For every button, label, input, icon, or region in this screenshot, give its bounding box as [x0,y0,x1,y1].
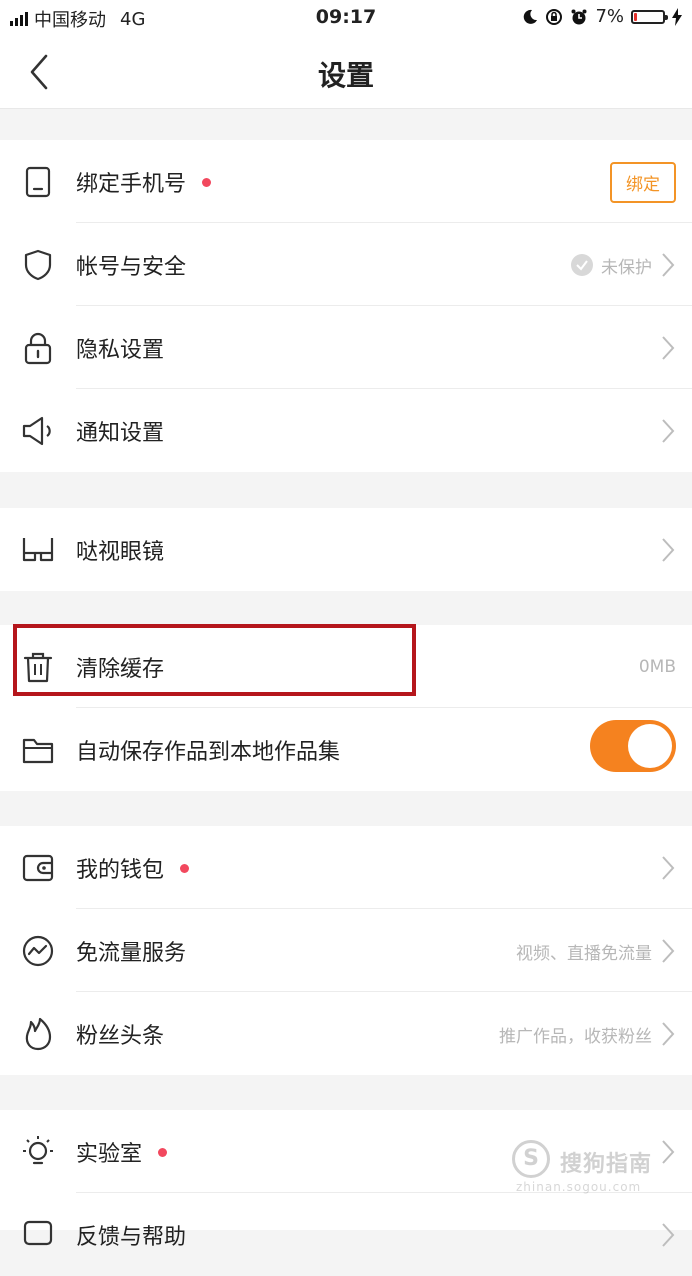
shield-icon [20,247,56,283]
lock-icon [20,330,56,366]
row-label: 免流量服务 [76,941,187,966]
glasses-icon [20,532,56,568]
flame-icon [20,1016,56,1052]
chevron-right-icon [662,336,675,360]
chevron-right-icon [662,419,675,443]
row-label: 哒视眼镜 [76,540,165,565]
chevron-right-icon [662,538,675,562]
settings-group-services: 我的钱包 免流量服务 视频、直播免流量 粉丝头条 推广作品，收获粉丝 [0,826,692,1075]
row-right: 视频、直播免流量 [516,933,676,969]
row-right: 绑定 [610,161,676,203]
chevron-right-icon [662,1140,675,1164]
folder-icon [20,732,56,768]
check-icon [571,254,593,276]
help-icon [20,1217,56,1253]
watermark-logo-icon: S [512,1140,550,1178]
row-label: 绑定手机号 [76,166,212,198]
bulb-icon [20,1134,56,1170]
row-label: 实验室 [76,1136,168,1168]
row-label: 反馈与帮助 [76,1225,187,1250]
alarm-icon [571,9,587,24]
nav-bar: 设置 [0,36,692,109]
security-status: 未保护 [601,257,652,278]
row-notifications[interactable]: 通知设置 [0,389,692,472]
watermark-url: zhinan.sogou.com [516,1180,642,1194]
row-right [590,720,676,772]
notification-dot [202,177,212,187]
phone-icon [20,164,56,200]
row-free-data[interactable]: 免流量服务 视频、直播免流量 [0,909,692,992]
status-bar: 中国移动 4G 09:17 7% [0,0,692,36]
bind-button[interactable]: 绑定 [610,161,676,203]
row-label: 自动保存作品到本地作品集 [76,740,341,765]
row-right: 未保护 [571,247,676,283]
row-right [660,532,676,568]
row-right: 0MB [639,649,676,685]
chevron-right-icon [662,1022,675,1046]
row-account-security[interactable]: 帐号与安全 未保护 [0,223,692,306]
row-right [660,1134,676,1170]
watermark-text: 搜狗指南 [560,1152,653,1177]
chevron-right-icon [662,856,675,880]
row-label: 粉丝头条 [76,1024,165,1049]
row-label: 我的钱包 [76,852,190,884]
notification-dot [158,1147,168,1157]
row-fans-headline[interactable]: 粉丝头条 推广作品，收获粉丝 [0,992,692,1075]
row-right [660,330,676,366]
auto-save-toggle[interactable] [590,720,676,772]
wallet-icon [20,850,56,886]
battery-percent: 7% [595,6,624,27]
chevron-right-icon [662,1223,675,1247]
row-bind-phone[interactable]: 绑定手机号 绑定 [0,140,692,223]
trend-icon [20,933,56,969]
row-glasses[interactable]: 哒视眼镜 [0,508,692,591]
row-label: 隐私设置 [76,338,165,363]
watermark: S 搜狗指南 zhinan.sogou.com [512,1140,662,1200]
fans-headline-hint: 推广作品，收获粉丝 [499,1026,652,1047]
row-right [660,413,676,449]
row-feedback-help[interactable]: 反馈与帮助 [0,1193,692,1276]
battery-icon [631,9,668,24]
settings-group-account: 绑定手机号 绑定 帐号与安全 未保护 隐私设置 通知设置 [0,140,692,472]
battery-fill [634,12,637,21]
row-right: 推广作品，收获粉丝 [499,1016,676,1052]
row-right [660,850,676,886]
notification-dot [180,863,190,873]
moon-icon [524,9,538,24]
free-data-hint: 视频、直播免流量 [516,943,652,964]
settings-group-glasses: 哒视眼镜 [0,508,692,591]
megaphone-icon [20,413,56,449]
page-title: 设置 [317,59,374,92]
status-right: 7% [522,6,682,27]
charging-icon [672,7,682,26]
row-wallet[interactable]: 我的钱包 [0,826,692,909]
row-label: 帐号与安全 [76,255,187,280]
rotation-lock-icon [546,8,563,25]
chevron-right-icon [662,253,675,277]
cache-size: 0MB [638,657,676,677]
row-privacy[interactable]: 隐私设置 [0,306,692,389]
row-label: 通知设置 [76,421,165,446]
row-right [660,1217,676,1253]
row-auto-save[interactable]: 自动保存作品到本地作品集 [0,708,692,791]
toggle-knob [628,724,672,768]
highlight-box [13,624,416,696]
chevron-right-icon [662,939,675,963]
